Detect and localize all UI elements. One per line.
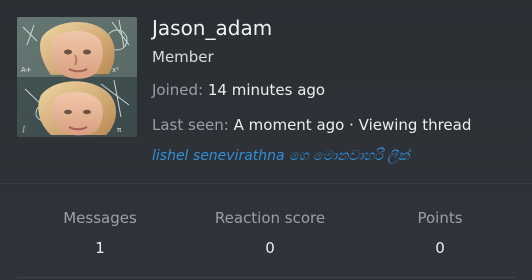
signature-link[interactable]: lishel senevirathna ගෙ මොනවාහරි ලීක් — [152, 146, 409, 166]
last-seen-value[interactable]: A moment ago · Viewing thread — [234, 116, 472, 134]
member-tooltip-card: A+ x² ∫ π Jason_adam Member Joined: 14 m… — [0, 0, 532, 280]
reaction-score-label: Reaction score — [214, 209, 326, 227]
points-label: Points — [417, 209, 463, 227]
joined-value: 14 minutes ago — [207, 81, 326, 99]
messages-label: Messages — [63, 209, 137, 227]
user-role: Member — [152, 48, 214, 66]
svg-text:∫: ∫ — [22, 125, 26, 133]
messages-value[interactable]: 1 — [40, 238, 160, 258]
messages-stat: Messages 1 — [40, 208, 160, 258]
member-header: A+ x² ∫ π Jason_adam Member Joined: 14 m… — [0, 0, 532, 184]
username[interactable]: Jason_adam — [152, 15, 272, 41]
reaction-score-value[interactable]: 0 — [195, 238, 345, 258]
last-seen-row: Last seen: A moment ago · Viewing thread — [152, 115, 471, 135]
svg-text:A+: A+ — [21, 66, 32, 74]
joined-label: Joined: — [152, 81, 204, 99]
bottom-divider — [17, 277, 515, 278]
last-seen-label: Last seen: — [152, 116, 229, 134]
member-stats: Messages 1 Reaction score 0 Points 0 — [0, 184, 532, 280]
user-avatar[interactable]: A+ x² ∫ π — [17, 17, 137, 137]
points-value[interactable]: 0 — [380, 238, 500, 258]
reaction-score-stat: Reaction score 0 — [195, 208, 345, 258]
points-stat: Points 0 — [380, 208, 500, 258]
avatar-image-icon: A+ x² ∫ π — [17, 17, 137, 137]
joined-row: Joined: 14 minutes ago — [152, 80, 325, 100]
svg-text:x²: x² — [112, 66, 119, 74]
